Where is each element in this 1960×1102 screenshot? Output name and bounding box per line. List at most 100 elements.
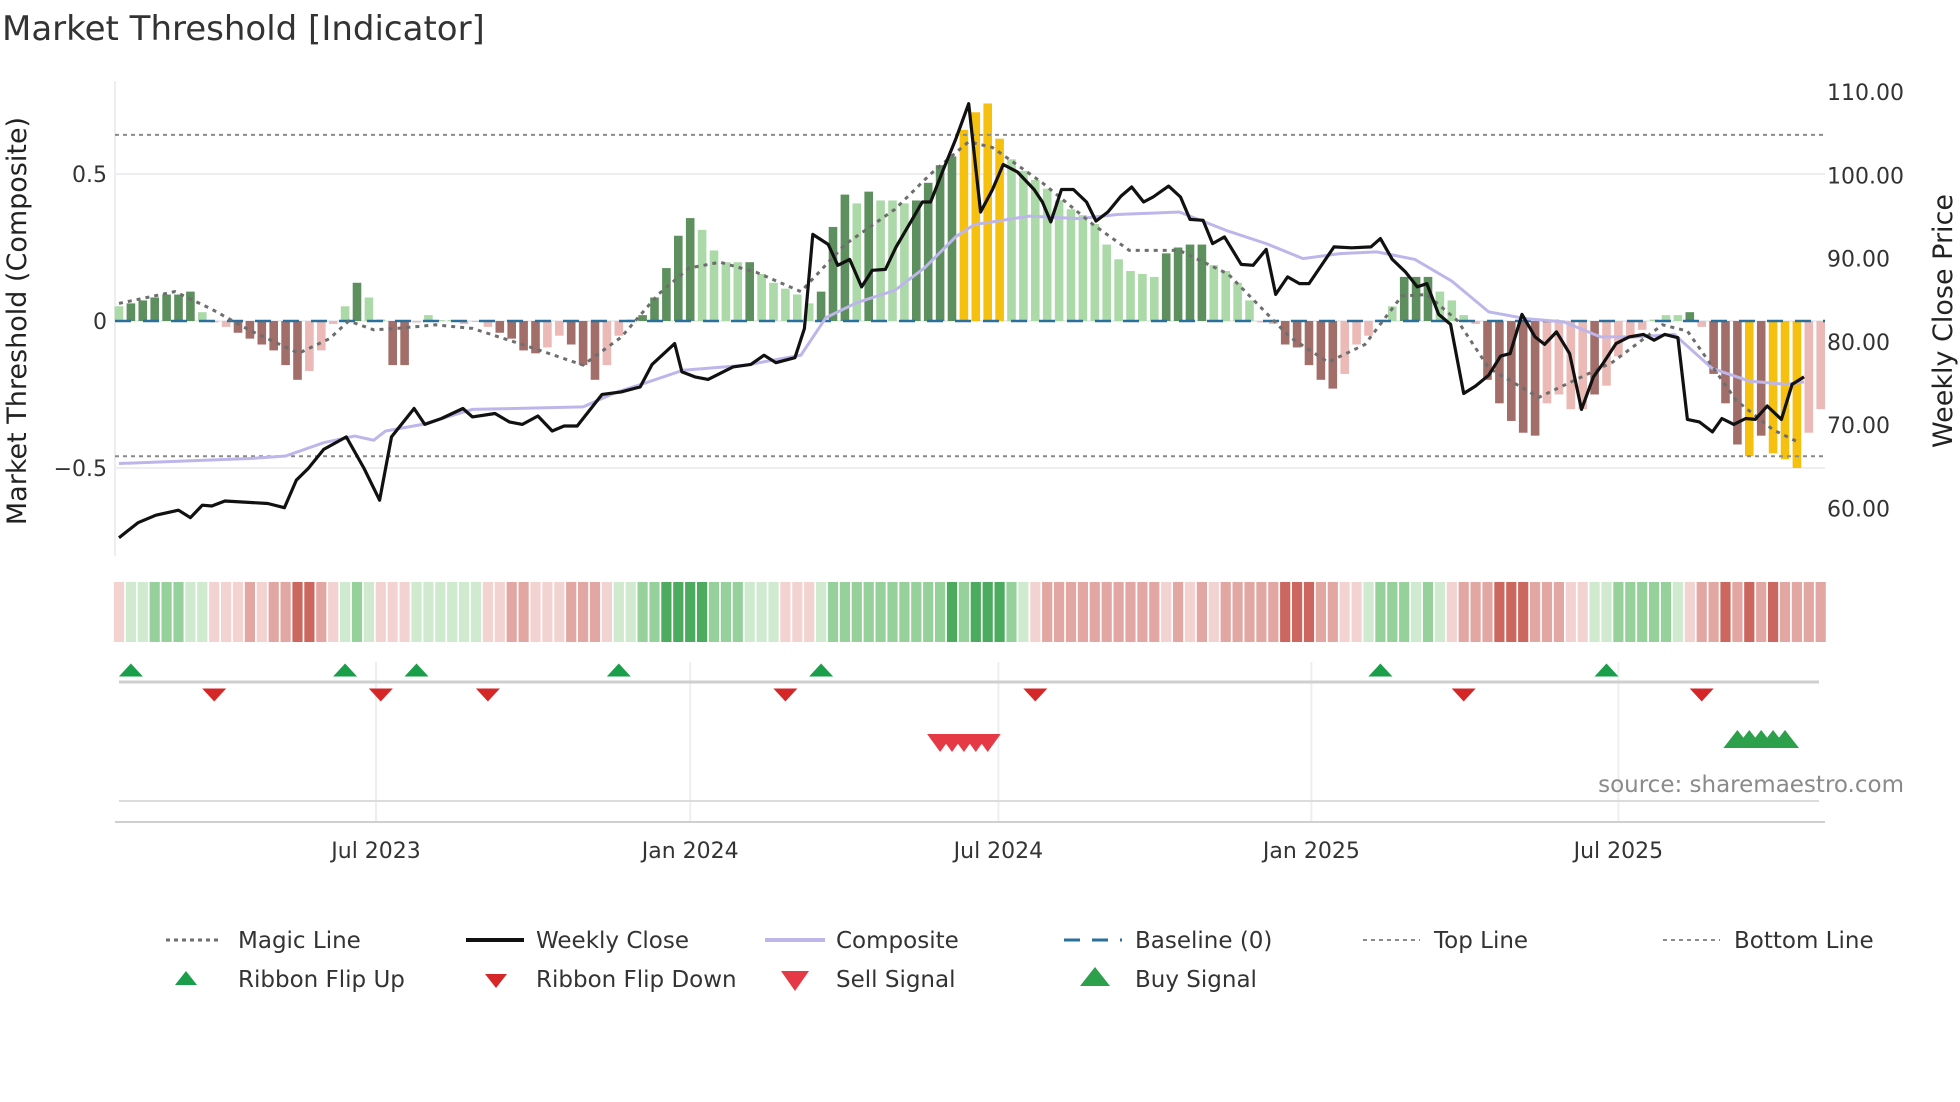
ribbon-cell: [1768, 582, 1779, 642]
ribbon-flip-down-marker: [475, 688, 500, 702]
ribbon-cell: [958, 582, 969, 642]
signal-markers: [118, 663, 1799, 752]
legend-item-ribbon-flip-down: Ribbon Flip Down: [485, 967, 737, 993]
legend-label: Ribbon Flip Up: [238, 967, 405, 993]
ribbon-cell: [1089, 582, 1100, 642]
composite-bar: [614, 321, 624, 336]
ribbon-cell: [435, 582, 446, 642]
composite-bar: [281, 321, 290, 366]
legend-label: Weekly Close: [536, 928, 689, 954]
ribbon-cell: [1744, 582, 1755, 642]
ribbon-cell: [970, 582, 981, 642]
ribbon-cell: [137, 582, 148, 642]
ribbon-cell: [1815, 582, 1826, 642]
ribbon-cell: [1161, 582, 1172, 642]
legend-item-baseline: Baseline (0): [1064, 928, 1272, 954]
composite-bar: [1518, 321, 1528, 433]
ribbon-cell: [697, 582, 708, 642]
ribbon-cell: [411, 582, 422, 642]
legend: Magic Line Weekly Close Composite Baseli…: [166, 928, 1874, 993]
ribbon-flip-up-marker: [606, 663, 631, 677]
composite-bar: [769, 282, 778, 321]
ribbon-cell: [1077, 582, 1088, 642]
ribbon-cell: [1065, 582, 1077, 642]
ribbon-cell: [1256, 582, 1267, 642]
ribbon-cell: [1470, 582, 1481, 642]
ribbon-cell: [232, 582, 244, 642]
ribbon-cell: [161, 582, 172, 642]
ribbon-cell: [125, 582, 136, 642]
ribbon-cell: [1411, 582, 1422, 642]
ribbon-cell: [613, 582, 624, 642]
ribbon-cell: [423, 582, 434, 642]
ribbon-cell: [685, 582, 696, 642]
left-tick-label: 0.5: [72, 163, 107, 188]
composite-bar: [555, 321, 564, 336]
composite-bar: [1280, 321, 1290, 345]
ribbon-cell: [1280, 582, 1291, 642]
composite-bars: [114, 103, 1825, 468]
ribbon-cell: [268, 582, 279, 642]
ribbon-cell: [316, 582, 327, 642]
legend-item-sell-signal: Sell Signal: [781, 967, 956, 993]
ribbon-cell: [899, 582, 910, 642]
composite-bar: [602, 321, 612, 366]
ribbon-cell: [732, 582, 743, 642]
composite-bar: [1233, 282, 1242, 321]
ribbon-cell: [1613, 582, 1624, 642]
ribbon-cell: [1232, 582, 1243, 642]
ribbon-cell: [399, 582, 410, 642]
composite-bar: [900, 203, 909, 321]
chart-title: Market Threshold [Indicator]: [2, 9, 485, 49]
ribbon-cell: [1494, 582, 1505, 642]
ribbon-cell: [1351, 582, 1362, 642]
ribbon-cell: [756, 582, 767, 642]
ribbon-cell: [280, 582, 291, 642]
ribbon-cell: [1018, 582, 1029, 642]
ribbon-cell: [768, 582, 779, 642]
composite-bar: [638, 315, 647, 321]
ribbon-cell: [554, 582, 565, 642]
ribbon-cell: [209, 582, 220, 642]
legend-item-top-line: Top Line: [1363, 928, 1528, 954]
composite-bar: [1733, 321, 1742, 445]
ribbon-flip-up-marker: [333, 663, 358, 677]
ribbon-cell: [827, 582, 839, 642]
legend-label: Bottom Line: [1734, 928, 1874, 954]
composite-bar: [198, 312, 207, 321]
composite-bar: [1138, 273, 1147, 321]
ribbon-cell: [1672, 582, 1683, 642]
composite-bar: [721, 262, 731, 321]
ribbon-cell: [1244, 582, 1255, 642]
ribbon-cell: [804, 582, 815, 642]
ribbon-cell: [328, 582, 339, 642]
legend-label: Composite: [836, 928, 959, 954]
ribbon-flip-up-marker: [1594, 663, 1619, 677]
ribbon-cell: [304, 582, 315, 642]
ribbon-cell: [780, 582, 791, 642]
legend-label: Sell Signal: [836, 967, 956, 993]
composite-bar: [757, 273, 766, 321]
ribbon-cell: [1720, 582, 1731, 642]
ribbon-flip-up-marker: [118, 663, 143, 677]
ribbon-cell: [1637, 582, 1648, 642]
composite-bar: [138, 300, 148, 321]
composite-bar: [674, 235, 683, 321]
composite-bar: [959, 129, 969, 321]
ribbon-cell: [1518, 582, 1529, 642]
ribbon-cell: [1054, 582, 1065, 642]
composite-bar: [1447, 300, 1457, 321]
composite-bar: [1780, 321, 1790, 460]
composite-bar: [1614, 321, 1623, 357]
legend-item-ribbon-flip-up: Ribbon Flip Up: [175, 967, 405, 993]
ribbon-cell: [1125, 582, 1136, 642]
ribbon-flip-up-marker: [1368, 663, 1393, 677]
legend-label: Baseline (0): [1135, 928, 1272, 954]
ribbon-cell: [1756, 582, 1767, 642]
ribbon-flip-down-marker: [1451, 688, 1476, 702]
ribbon-cell: [1530, 582, 1541, 642]
ribbon-cell: [946, 582, 958, 642]
composite-bar: [114, 306, 124, 321]
ribbon-cell: [113, 582, 125, 642]
ribbon-cell: [1732, 582, 1743, 642]
